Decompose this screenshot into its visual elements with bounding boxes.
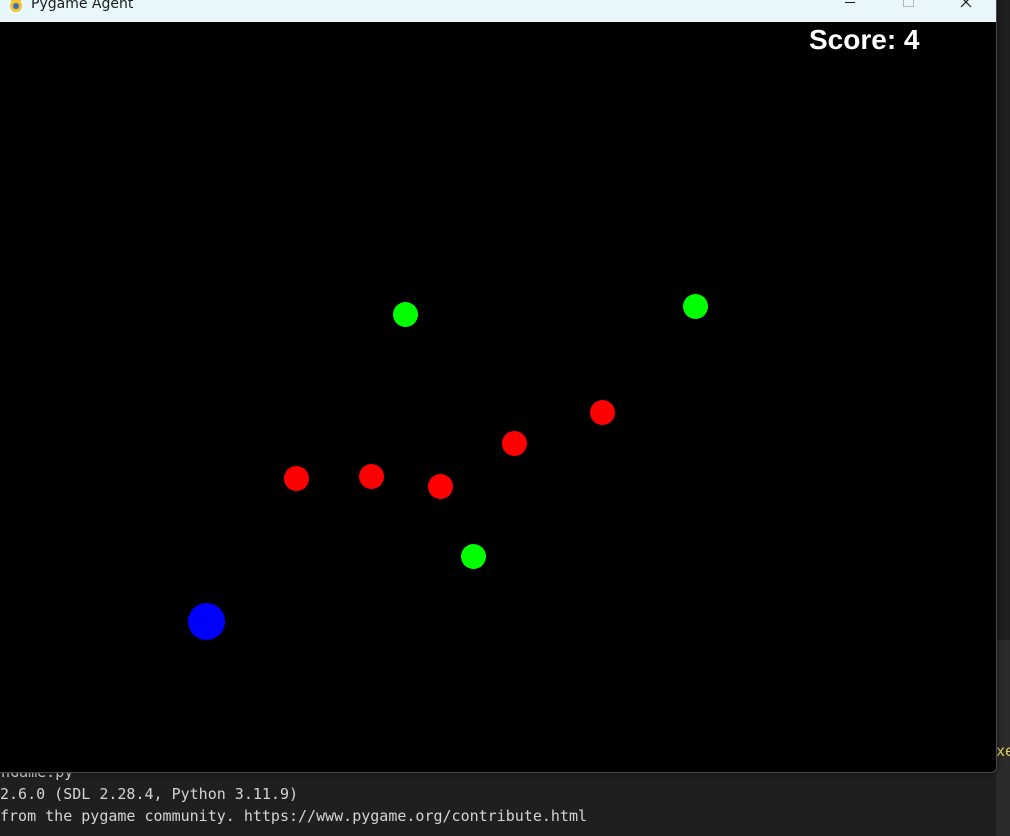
enemy-ball [590,400,615,425]
enemy-ball [502,431,527,456]
terminal-edge-text: xe [996,742,1010,760]
window-titlebar[interactable]: Pygame Agent [0,0,996,22]
player-ball [188,603,225,640]
minimize-button[interactable] [822,0,880,22]
window-title: Pygame Agent [31,0,134,12]
score-label: Score: 4 [809,24,920,55]
terminal-line-3: from the pygame community. https://www.p… [0,807,587,825]
enemy-ball [428,474,453,499]
food-ball [461,544,486,569]
terminal-side-panel [996,640,1010,836]
enemy-ball [284,466,309,491]
pygame-window[interactable]: Pygame Agent Score: 4 [0,0,997,773]
close-icon [960,0,972,8]
maximize-button[interactable] [880,0,938,22]
food-ball [393,302,418,327]
terminal-line-2: 2.6.0 (SDL 2.28.4, Python 3.11.9) [0,785,299,803]
pygame-snake-icon [8,0,24,13]
close-button[interactable] [938,0,996,22]
game-canvas[interactable]: Score: 4 [0,22,996,772]
food-ball [683,294,708,319]
maximize-icon [903,0,914,7]
minimize-icon [845,2,855,3]
enemy-ball [359,464,384,489]
desktop: xe onGame.py 2.6.0 (SDL 2.28.4, Python 3… [0,0,1010,836]
